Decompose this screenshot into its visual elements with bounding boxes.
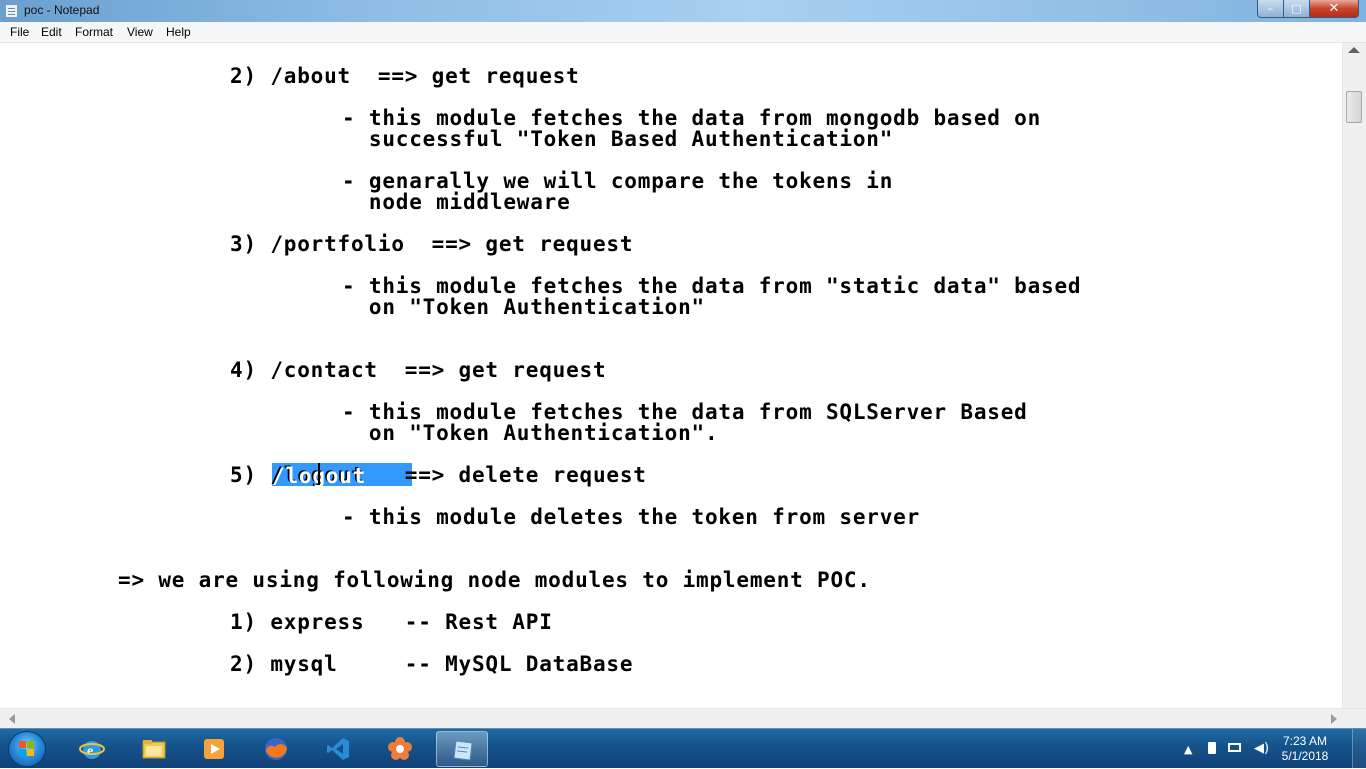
svg-text:e: e [87,744,93,759]
minimize-button[interactable]: – [1257,0,1284,18]
menu-view[interactable]: View [127,25,153,39]
horizontal-scrollbar[interactable] [0,708,1366,728]
clock-time: 7:23 AM [1282,734,1328,748]
visual-studio-code-icon [327,738,349,760]
title-bar[interactable]: poc - Notepad – □ ✕ [0,0,1366,22]
text-editor[interactable]: 2) /about ==> get request - this module … [4,43,1342,708]
windows-logo-icon [19,741,35,757]
flower-icon [388,737,412,760]
text-line: - this module fetches the data from mong… [342,106,1042,130]
text-line: 1) express -- Rest API [230,610,553,634]
text-line: on "Token Authentication". [342,421,719,445]
flower-app-taskbar-button[interactable] [374,731,426,767]
text-line: - this module fetches the data from SQLS… [342,400,1028,424]
text-line: node middleware [342,190,571,214]
scroll-left-arrow-icon[interactable] [9,714,15,724]
text-line: - genarally we will compare the tokens i… [342,169,894,193]
text-line: => we are using following node modules t… [118,568,871,592]
window-title: poc - Notepad [24,3,100,17]
firefox-taskbar-button[interactable] [250,731,302,767]
text-line: 2) /about ==> get request [230,64,580,88]
text-line: 3) /portfolio ==> get request [230,232,634,256]
media-player-taskbar-button[interactable] [188,731,240,767]
menu-format[interactable]: Format [75,25,113,39]
text-line: 2) mysql -- MySQL DataBase [230,652,634,676]
network-icon[interactable] [1228,743,1241,752]
text-line: on "Token Authentication" [342,295,705,319]
text-line: 4) /contact ==> get request [230,358,607,382]
text-line: successful "Token Based Authentication" [342,127,894,151]
menu-bar: File Edit Format View Help [0,22,1366,43]
clock[interactable]: 7:23 AM 5/1/2018 [1270,734,1340,764]
firefox-icon [265,738,287,760]
vertical-scrollbar[interactable] [1342,43,1366,708]
notepad-icon [5,4,18,18]
windows-explorer-taskbar-button[interactable] [128,731,180,767]
show-desktop-button[interactable] [1352,729,1366,769]
text-line: - this module deletes the token from ser… [342,505,921,529]
scroll-right-arrow-icon[interactable] [1331,714,1337,724]
scroll-thumb[interactable] [1346,91,1362,123]
start-button[interactable] [8,731,46,767]
menu-edit[interactable]: Edit [41,25,62,39]
volume-icon[interactable]: ◀) [1254,741,1269,756]
vscode-taskbar-button[interactable] [312,731,364,767]
maximize-button[interactable]: □ [1283,0,1310,18]
show-hidden-icons-icon[interactable]: ▲ [1184,743,1192,756]
folder-icon [142,740,166,759]
text-line: - this module fetches the data from "sta… [342,274,1082,298]
notepad-icon [453,740,473,761]
internet-explorer-icon: e [79,741,105,759]
notepad-taskbar-button[interactable] [436,731,488,767]
taskbar: e ▲ ◀) 7:23 AM 5/1/2018 [0,728,1366,769]
menu-help[interactable]: Help [166,25,191,39]
clock-date: 5/1/2018 [1281,749,1329,763]
scroll-up-arrow-icon[interactable] [1348,47,1360,53]
battery-icon[interactable] [1208,742,1216,754]
media-player-icon [204,739,224,759]
menu-file[interactable]: File [10,25,29,39]
text-cursor [318,463,320,485]
close-button[interactable]: ✕ [1309,0,1359,18]
internet-explorer-taskbar-button[interactable]: e [66,731,118,767]
